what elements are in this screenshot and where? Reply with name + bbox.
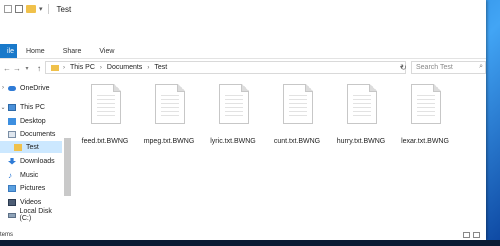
address-bar[interactable]: › This PC › Documents › Test ▾ bbox=[45, 61, 406, 74]
new-folder-icon[interactable] bbox=[26, 5, 36, 13]
file-name: hurry.txt.BWNG bbox=[336, 138, 386, 145]
details-view-icon[interactable] bbox=[463, 231, 470, 238]
sidebar-item-documents[interactable]: Documents bbox=[0, 128, 62, 140]
sidebar-item-label: Documents bbox=[20, 130, 56, 138]
customize-toolbar-icon[interactable]: ▾ bbox=[39, 5, 43, 13]
expand-icon[interactable]: ⌄ bbox=[0, 104, 6, 111]
file-item[interactable]: mpeg.txt.BWNG bbox=[140, 78, 198, 158]
chevron-right-icon[interactable]: › bbox=[100, 65, 102, 71]
file-name: cunt.txt.BWNG bbox=[273, 138, 321, 145]
large-icons-view-icon[interactable] bbox=[473, 231, 480, 238]
file-item[interactable]: feed.txt.BWNG bbox=[76, 78, 134, 158]
forward-arrow-icon[interactable]: → bbox=[12, 64, 22, 73]
breadcrumb-documents[interactable]: Documents bbox=[107, 64, 142, 71]
checkmark-icon[interactable] bbox=[15, 5, 23, 13]
text-document-icon bbox=[283, 84, 313, 124]
sidebar-item-label: Videos bbox=[20, 198, 42, 206]
sidebar-item-videos[interactable]: Videos bbox=[0, 196, 62, 208]
sidebar-item-this-pc[interactable]: ⌄ This PC bbox=[0, 101, 62, 113]
folder-icon bbox=[51, 64, 59, 71]
taskbar[interactable] bbox=[0, 240, 500, 246]
file-name: mpeg.txt.BWNG bbox=[143, 138, 195, 145]
search-input[interactable]: Search Test ⌕ bbox=[411, 61, 486, 74]
back-arrow-icon[interactable]: ← bbox=[2, 64, 12, 73]
sidebar-item-label: Downloads bbox=[20, 157, 55, 165]
file-name: lyric.txt.BWNG bbox=[210, 138, 256, 145]
sidebar-item-desktop[interactable]: Desktop bbox=[0, 115, 62, 127]
sidebar-item-local-disk[interactable]: Local Disk (C:) bbox=[0, 208, 62, 222]
folder-icon bbox=[14, 143, 22, 151]
sidebar-item-label: OneDrive bbox=[20, 84, 50, 92]
sidebar-item-music[interactable]: ♪ Music bbox=[0, 169, 62, 181]
computer-icon bbox=[8, 103, 16, 111]
sidebar-item-label: Music bbox=[20, 171, 39, 179]
search-icon: ⌕ bbox=[479, 63, 483, 70]
sidebar-item-label: Local Disk (C:) bbox=[19, 208, 52, 222]
window-title: Test bbox=[56, 4, 72, 14]
search-placeholder: Search Test bbox=[416, 64, 453, 71]
sidebar-item-label: Test bbox=[26, 143, 39, 151]
disk-icon bbox=[7, 212, 16, 218]
breadcrumb-this-pc[interactable]: This PC bbox=[70, 64, 95, 71]
tab-file[interactable]: ile bbox=[0, 44, 17, 58]
view-switcher bbox=[463, 231, 480, 238]
download-icon bbox=[8, 157, 16, 165]
up-arrow-icon[interactable]: ↑ bbox=[34, 64, 44, 73]
cloud-icon bbox=[8, 85, 16, 91]
text-document-icon bbox=[219, 84, 249, 124]
sidebar-item-label: Pictures bbox=[20, 184, 46, 192]
tab-home[interactable]: Home bbox=[17, 44, 54, 58]
desktop-icon bbox=[8, 117, 16, 125]
text-document-icon bbox=[411, 84, 441, 124]
videos-icon bbox=[8, 198, 16, 206]
file-list: feed.txt.BWNG mpeg.txt.BWNG lyric.txt.BW… bbox=[76, 78, 486, 238]
tab-share[interactable]: Share bbox=[54, 44, 91, 58]
file-name: feed.txt.BWNG bbox=[81, 138, 129, 145]
sidebar-item-label: This PC bbox=[20, 103, 45, 111]
expand-icon[interactable]: › bbox=[0, 85, 6, 91]
chevron-right-icon[interactable]: › bbox=[63, 65, 65, 71]
chevron-right-icon[interactable]: › bbox=[147, 65, 149, 71]
sidebar-item-onedrive[interactable]: › OneDrive bbox=[0, 82, 62, 94]
file-name: lexar.txt.BWNG bbox=[401, 138, 449, 145]
sidebar-item-downloads[interactable]: Downloads bbox=[0, 155, 62, 167]
refresh-icon[interactable]: ↻ bbox=[397, 61, 410, 74]
toolbar-separator bbox=[47, 4, 49, 14]
sidebar-item-test[interactable]: Test bbox=[0, 141, 62, 153]
ribbon-tabs: ile Home Share View bbox=[0, 44, 486, 59]
documents-icon bbox=[8, 130, 16, 138]
item-count: tems bbox=[0, 231, 14, 238]
file-item[interactable]: cunt.txt.BWNG bbox=[268, 78, 326, 158]
explorer-window: ▾ Test ile Home Share View ← → ▾ ↑ › Thi… bbox=[0, 0, 486, 240]
text-document-icon bbox=[155, 84, 185, 124]
text-document-icon bbox=[91, 84, 121, 124]
properties-icon[interactable] bbox=[4, 5, 12, 13]
tab-view[interactable]: View bbox=[90, 44, 123, 58]
sidebar-scrollbar[interactable] bbox=[64, 138, 71, 196]
sidebar-item-label: Desktop bbox=[20, 117, 46, 125]
quick-access-toolbar: ▾ bbox=[4, 4, 51, 14]
file-item[interactable]: lexar.txt.BWNG bbox=[396, 78, 454, 158]
sidebar-item-pictures[interactable]: Pictures bbox=[0, 182, 62, 194]
navigation-bar: ← → ▾ ↑ › This PC › Documents › Test ▾ ↻… bbox=[0, 60, 486, 76]
navigation-pane: › OneDrive ⌄ This PC Desktop Documents T… bbox=[0, 78, 74, 238]
file-item[interactable]: hurry.txt.BWNG bbox=[332, 78, 390, 158]
recent-locations-icon[interactable]: ▾ bbox=[22, 65, 32, 72]
file-item[interactable]: lyric.txt.BWNG bbox=[204, 78, 262, 158]
music-icon: ♪ bbox=[8, 170, 12, 180]
breadcrumb-test[interactable]: Test bbox=[154, 64, 167, 71]
text-document-icon bbox=[347, 84, 377, 124]
pictures-icon bbox=[8, 184, 16, 192]
status-bar: tems bbox=[0, 229, 486, 240]
title-bar[interactable]: ▾ Test bbox=[0, 0, 486, 18]
